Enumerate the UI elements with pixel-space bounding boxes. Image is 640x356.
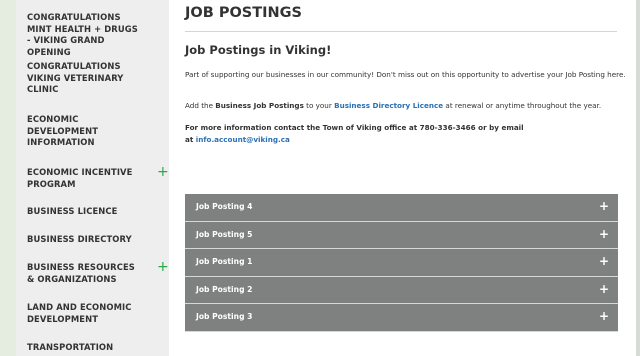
expand-plus-icon[interactable]: + <box>157 164 169 180</box>
text: at renewal or anytime throughout the yea… <box>443 101 602 110</box>
accordion-item-job-posting-1[interactable]: Job Posting 1 + <box>185 249 618 277</box>
accordion-item-job-posting-3[interactable]: Job Posting 3 + <box>185 304 618 332</box>
sidebar-item-economic-development-info[interactable]: ECONOMIC DEVELOPMENT INFORMATION <box>27 114 163 149</box>
text: at <box>185 135 196 145</box>
business-directory-licence-link[interactable]: Business Directory Licence <box>334 101 443 110</box>
accordion-label: Job Posting 2 <box>196 284 253 294</box>
intro-paragraph: Part of supporting our businesses in our… <box>185 70 626 79</box>
scrollbar-track[interactable] <box>636 0 640 356</box>
sidebar-item-label: BUSINESS RESOURCES & ORGANIZATIONS <box>27 262 135 284</box>
sidebar-item-economic-incentive-program[interactable]: ECONOMIC INCENTIVE PROGRAM + <box>27 164 169 190</box>
job-postings-accordion: Job Posting 4 + Job Posting 5 + Job Post… <box>185 194 618 332</box>
expand-plus-icon[interactable]: + <box>599 309 609 323</box>
expand-plus-icon[interactable]: + <box>157 259 169 275</box>
expand-plus-icon[interactable]: + <box>599 199 609 213</box>
contact-paragraph: For more information contact the Town of… <box>185 122 630 146</box>
accordion-label: Job Posting 3 <box>196 312 253 321</box>
accordion-item-job-posting-2[interactable]: Job Posting 2 + <box>185 276 618 304</box>
sidebar-item-mint-health[interactable]: CONGRATULATIONS MINT HEALTH + DRUGS - VI… <box>27 12 163 58</box>
expand-plus-icon[interactable]: + <box>599 227 609 241</box>
sidebar-item-business-resources[interactable]: BUSINESS RESOURCES & ORGANIZATIONS + <box>27 259 169 285</box>
accordion-item-job-posting-5[interactable]: Job Posting 5 + <box>185 221 618 249</box>
sidebar-item-veterinary-clinic[interactable]: CONGRATULATIONS VIKING VETERINARY CLINIC <box>27 61 163 96</box>
bold-text: Business Job Postings <box>215 101 304 110</box>
sidebar-item-business-licence[interactable]: BUSINESS LICENCE <box>27 206 163 218</box>
licence-paragraph: Add the Business Job Postings to your Bu… <box>185 100 630 112</box>
sidebar-item-business-directory[interactable]: BUSINESS DIRECTORY <box>27 234 163 246</box>
contact-text: For more information contact the Town of… <box>185 123 524 132</box>
sidebar-item-label: BUSINESS DIRECTORY <box>27 234 132 244</box>
sidebar-item-transportation[interactable]: TRANSPORTATION <box>27 342 163 354</box>
page-title: JOB POSTINGS <box>185 5 302 21</box>
sidebar-item-label: ECONOMIC DEVELOPMENT INFORMATION <box>27 114 99 147</box>
title-divider <box>185 31 617 32</box>
accordion-label: Job Posting 4 <box>196 202 253 211</box>
sidebar-item-label: TRANSPORTATION <box>27 342 114 352</box>
text: to your <box>303 101 335 110</box>
sidebar-item-label: BUSINESS LICENCE <box>27 206 118 216</box>
sidebar-item-land-economic-development[interactable]: LAND AND ECONOMIC DEVELOPMENT <box>27 302 163 325</box>
text: Add the <box>185 101 216 110</box>
sidebar-item-label: ECONOMIC INCENTIVE PROGRAM <box>27 167 133 189</box>
accordion-label: Job Posting 5 <box>196 229 253 239</box>
expand-plus-icon[interactable]: + <box>599 282 609 296</box>
sidebar-item-label: CONGRATULATIONS VIKING VETERINARY CLINIC <box>27 61 124 94</box>
accordion-label: Job Posting 1 <box>196 257 253 266</box>
email-link[interactable]: info.account@viking.ca <box>196 135 290 144</box>
sidebar-nav: CONGRATULATIONS MINT HEALTH + DRUGS - VI… <box>16 0 169 356</box>
accordion-item-job-posting-4[interactable]: Job Posting 4 + <box>185 194 618 222</box>
sidebar-item-label: LAND AND ECONOMIC DEVELOPMENT <box>27 302 132 324</box>
sidebar-item-label: CONGRATULATIONS MINT HEALTH + DRUGS - VI… <box>27 12 138 57</box>
section-heading: Job Postings in Viking! <box>185 43 332 57</box>
main-content: JOB POSTINGS Job Postings in Viking! Par… <box>169 0 636 356</box>
expand-plus-icon[interactable]: + <box>599 254 609 268</box>
